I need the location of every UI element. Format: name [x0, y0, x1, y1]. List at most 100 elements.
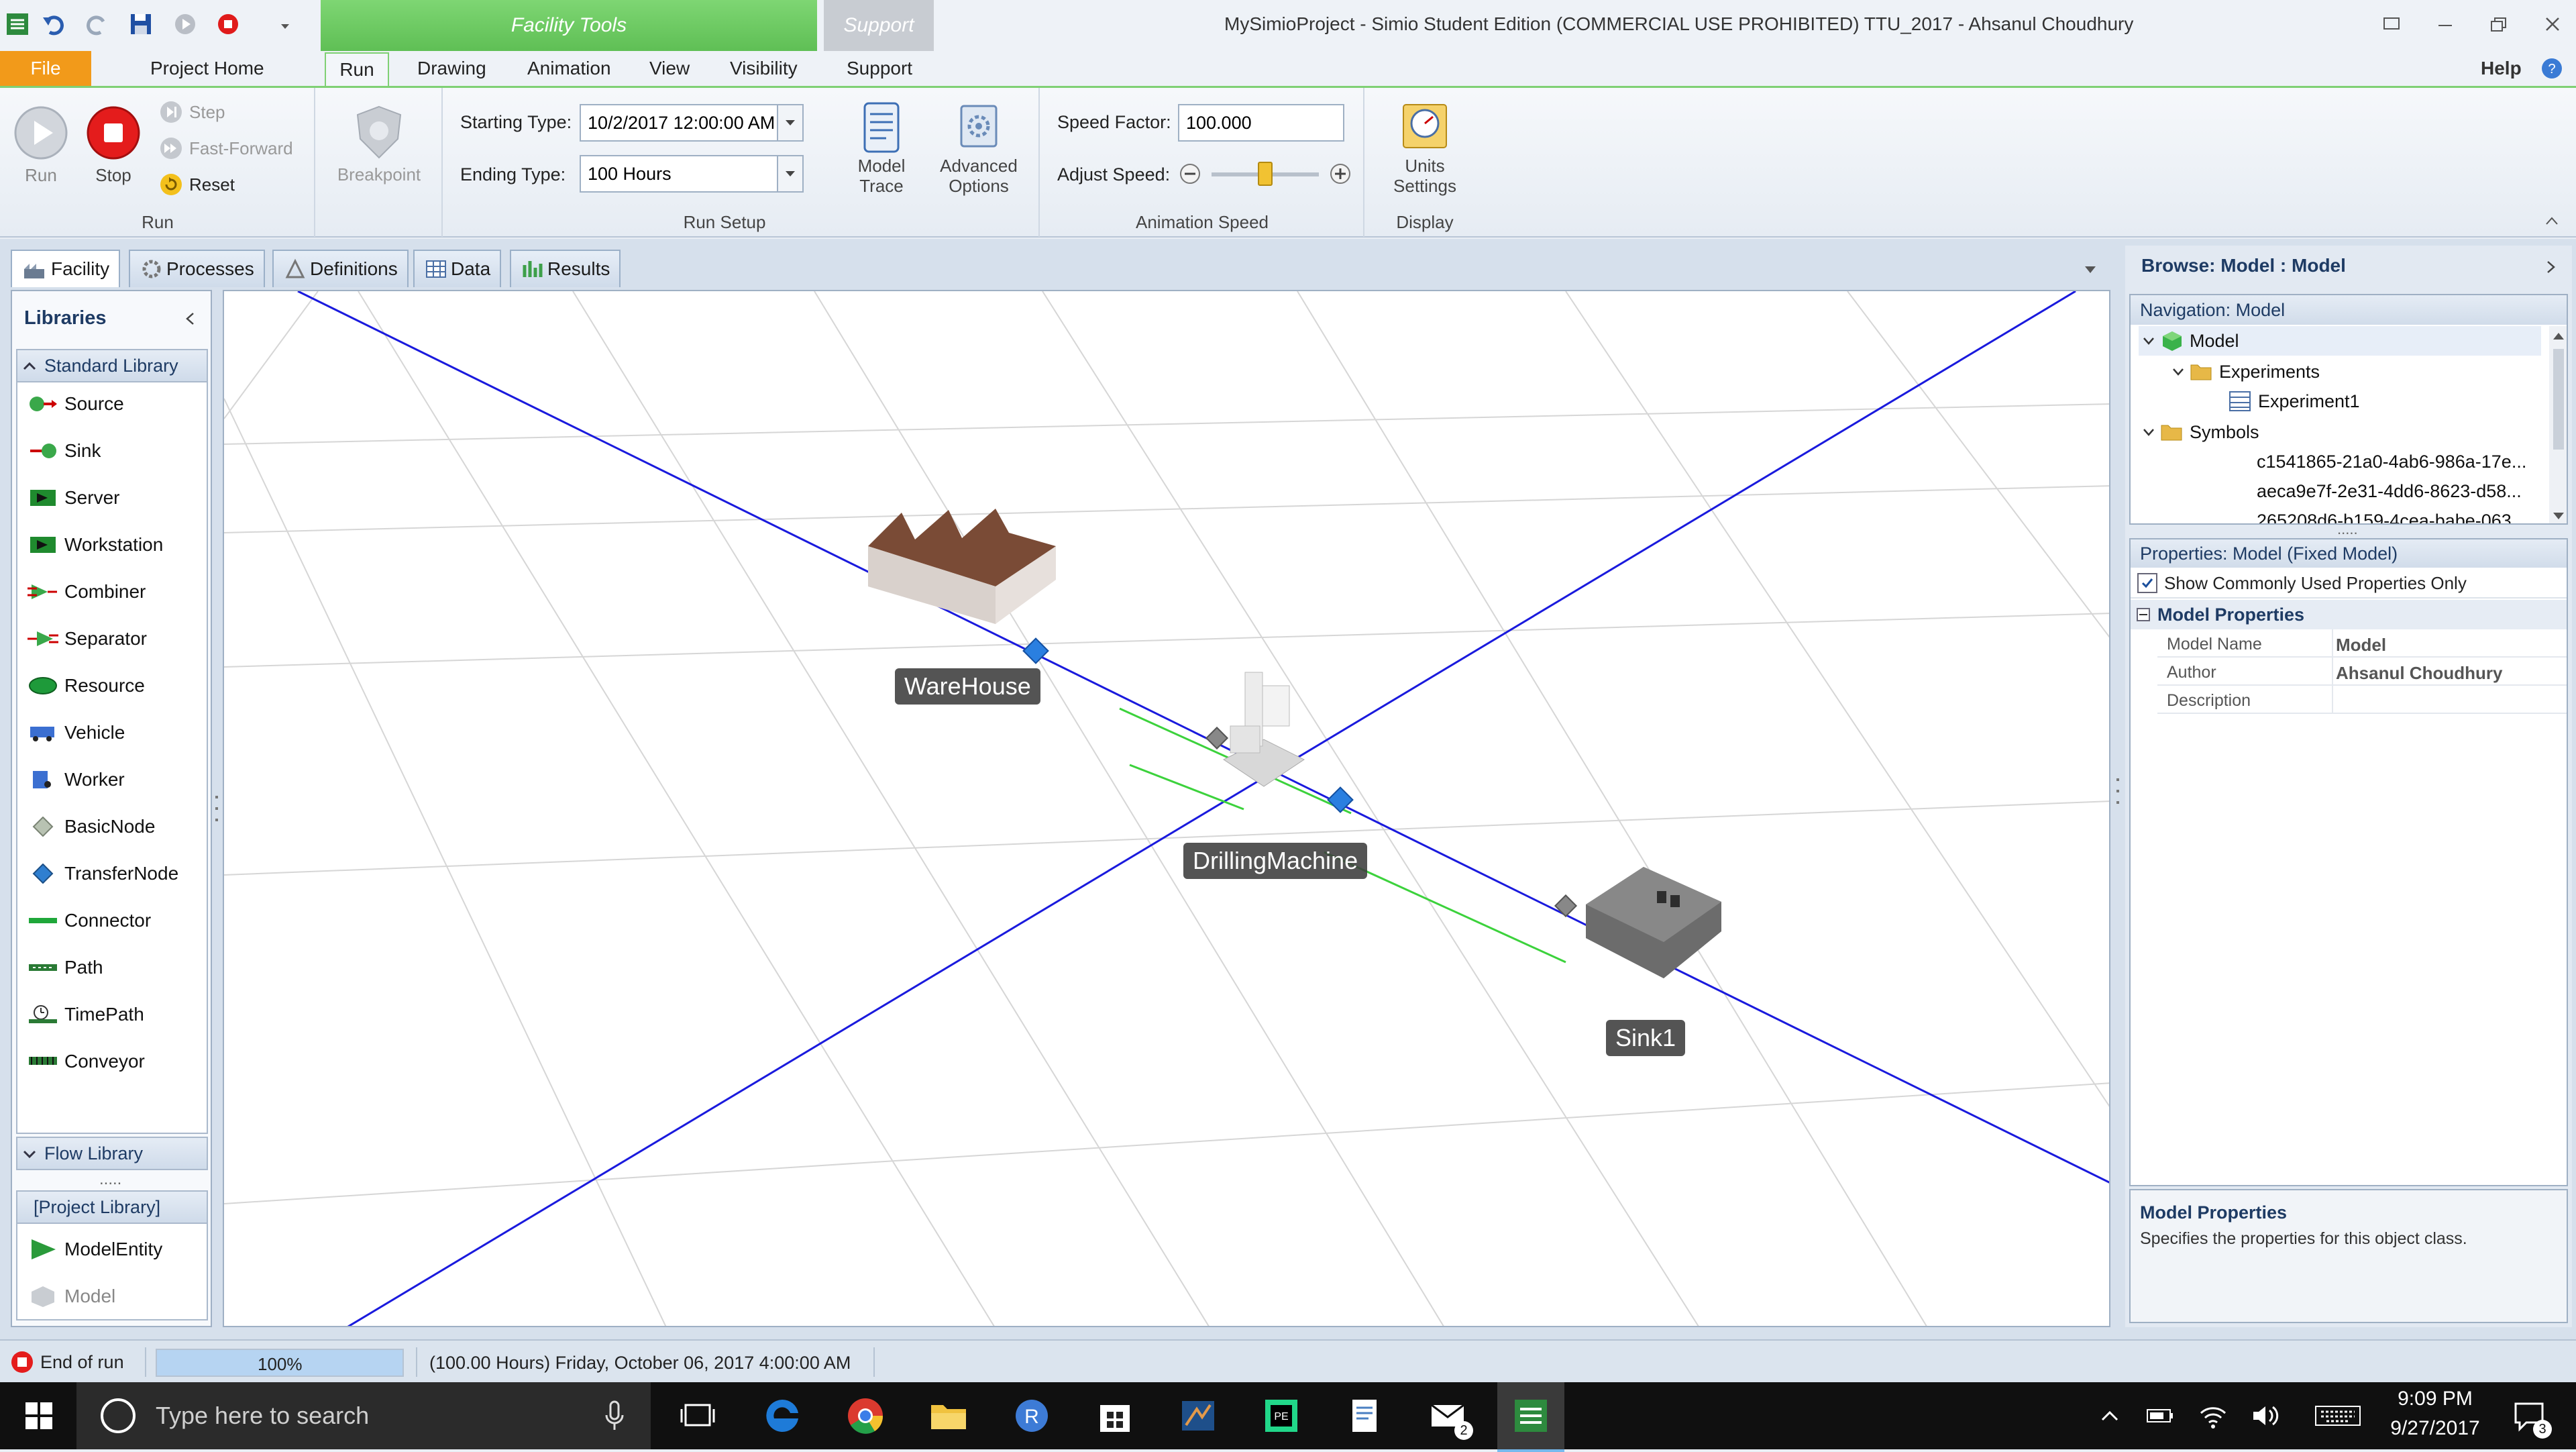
units-settings-button[interactable]: Units Settings: [1371, 95, 1479, 202]
run-button[interactable]: Run: [11, 95, 71, 195]
tab-run[interactable]: Run: [325, 52, 389, 86]
tab-drawing[interactable]: Drawing: [417, 58, 486, 79]
model-properties-category[interactable]: Model Properties: [2131, 600, 2567, 629]
library-item-workstation[interactable]: Workstation: [25, 525, 163, 565]
collapse-libraries-icon[interactable]: [180, 307, 200, 330]
taskbar-search-box[interactable]: Type here to search: [76, 1382, 651, 1449]
flow-library-header[interactable]: Flow Library: [16, 1137, 208, 1170]
file-tab[interactable]: File: [0, 51, 91, 86]
library-item-transfernode[interactable]: TransferNode: [25, 853, 178, 894]
customize-quick-access-icon[interactable]: [275, 13, 295, 38]
minimize-icon[interactable]: [2428, 9, 2462, 39]
file-explorer-icon[interactable]: [915, 1382, 982, 1449]
navigation-scrollbar[interactable]: [2549, 326, 2567, 523]
library-item-model[interactable]: Model: [25, 1276, 115, 1316]
tab-support[interactable]: Support: [847, 58, 912, 79]
left-splitter[interactable]: [213, 792, 220, 825]
browse-splitter[interactable]: .....: [2337, 521, 2358, 538]
tab-animation[interactable]: Animation: [527, 58, 611, 79]
wifi-icon[interactable]: [2190, 1382, 2237, 1449]
library-item-source[interactable]: Source: [25, 384, 124, 424]
undo-icon[interactable]: [38, 9, 70, 39]
mail-icon[interactable]: 2: [1414, 1382, 1481, 1449]
library-item-sink[interactable]: Sink: [25, 431, 101, 471]
property-value[interactable]: Model: [2336, 635, 2386, 656]
drilling-machine-object[interactable]: [1217, 659, 1311, 793]
stop-quick-icon[interactable]: [212, 9, 244, 39]
library-item-conveyor[interactable]: Conveyor: [25, 1041, 145, 1082]
tab-project-home[interactable]: Project Home: [150, 58, 264, 79]
standard-library-header[interactable]: Standard Library: [16, 349, 208, 382]
sink-object[interactable]: [1576, 864, 1731, 978]
r-app-icon[interactable]: R: [998, 1382, 1065, 1449]
library-item-timepath[interactable]: TimePath: [25, 994, 144, 1035]
tab-strip-menu-icon[interactable]: [2077, 258, 2104, 282]
ending-type-chevron-icon[interactable]: [777, 155, 804, 193]
help-globe-icon[interactable]: ?: [2538, 55, 2565, 82]
right-splitter[interactable]: [2114, 774, 2121, 808]
chrome-browser-icon[interactable]: [832, 1382, 899, 1449]
breakpoint-button[interactable]: Breakpoint: [329, 97, 429, 191]
restore-ribbon-icon[interactable]: [2375, 9, 2408, 39]
tab-results[interactable]: Results: [510, 250, 621, 287]
run-quick-icon[interactable]: [169, 9, 201, 39]
save-icon[interactable]: [125, 9, 157, 39]
tab-definitions[interactable]: Definitions: [272, 250, 409, 287]
tree-item-model[interactable]: Model: [2139, 326, 2541, 356]
tab-visibility[interactable]: Visibility: [730, 58, 798, 79]
pycharm-icon[interactable]: PE: [1248, 1382, 1315, 1449]
reset-button[interactable]: Reset: [158, 171, 235, 198]
starting-type-dropdown[interactable]: 10/2/2017 12:00:00 AM: [580, 104, 781, 142]
library-item-modelentity[interactable]: ModelEntity: [25, 1229, 162, 1269]
fast-forward-button[interactable]: Fast-Forward: [158, 135, 293, 162]
advanced-options-button[interactable]: Advanced Options: [928, 95, 1029, 202]
project-library-header[interactable]: [Project Library]: [16, 1190, 208, 1224]
warehouse-object[interactable]: [861, 506, 1063, 640]
simio-taskbar-icon[interactable]: [1497, 1382, 1564, 1452]
stop-button[interactable]: Stop: [83, 95, 144, 195]
tab-processes[interactable]: Processes: [129, 250, 265, 287]
tree-item-symbol-3[interactable]: 265208d6-b159-4cea-babe-063...: [2257, 506, 2526, 524]
library-item-resource[interactable]: Resource: [25, 666, 145, 706]
help-link[interactable]: Help: [2481, 58, 2522, 79]
browse-expand-icon[interactable]: [2541, 255, 2561, 279]
library-item-worker[interactable]: Worker: [25, 760, 125, 800]
tree-item-symbol-2[interactable]: aeca9e7f-2e31-4dd6-8623-d58...: [2257, 476, 2522, 506]
property-row-description[interactable]: Description: [2157, 686, 2567, 714]
start-button[interactable]: [5, 1382, 72, 1449]
sink-label[interactable]: Sink1: [1606, 1020, 1686, 1056]
model-trace-button[interactable]: Model Trace: [841, 95, 922, 202]
tab-data[interactable]: Data: [413, 250, 502, 287]
matlab-icon[interactable]: [1165, 1382, 1232, 1449]
store-icon[interactable]: [1081, 1382, 1148, 1449]
library-item-combiner[interactable]: Combiner: [25, 572, 146, 612]
library-item-server[interactable]: Server: [25, 478, 119, 518]
tree-item-symbol-1[interactable]: c1541865-21a0-4ab6-986a-17e...: [2257, 447, 2526, 476]
show-hidden-icons[interactable]: [2086, 1382, 2133, 1449]
facility-canvas[interactable]: WareHouse DrillingMachine Sink1: [223, 290, 2110, 1327]
notifications-icon[interactable]: 3: [2496, 1382, 2563, 1449]
property-row-author[interactable]: Author Ahsanul Choudhury: [2157, 658, 2567, 686]
microphone-icon[interactable]: [601, 1399, 628, 1433]
speed-decrease-icon[interactable]: [1177, 160, 1203, 187]
speed-slider-thumb[interactable]: [1258, 162, 1273, 186]
maximize-icon[interactable]: [2482, 9, 2516, 39]
property-row-model-name[interactable]: Model Name Model: [2157, 629, 2567, 658]
drilling-machine-label[interactable]: DrillingMachine: [1183, 843, 1368, 879]
library-item-separator[interactable]: Separator: [25, 619, 147, 659]
taskbar-clock-date[interactable]: 9/27/2017: [2388, 1417, 2482, 1440]
ending-type-dropdown[interactable]: 100 Hours: [580, 155, 781, 193]
tree-item-experiments[interactable]: Experiments: [2168, 357, 2320, 386]
tree-item-symbols[interactable]: Symbols: [2139, 417, 2259, 447]
tree-item-experiment1[interactable]: Experiment1: [2227, 386, 2360, 416]
tab-view[interactable]: View: [649, 58, 690, 79]
show-common-checkbox[interactable]: [2137, 573, 2157, 593]
collapse-ribbon-icon[interactable]: [2538, 209, 2565, 233]
task-view-icon[interactable]: [664, 1382, 731, 1449]
speed-factor-input[interactable]: 100.000: [1178, 104, 1344, 142]
warehouse-label[interactable]: WareHouse: [895, 668, 1040, 705]
library-item-basicnode[interactable]: BasicNode: [25, 807, 155, 847]
property-value[interactable]: Ahsanul Choudhury: [2336, 663, 2502, 684]
volume-icon[interactable]: [2242, 1382, 2289, 1449]
keyboard-icon[interactable]: [2308, 1382, 2368, 1449]
